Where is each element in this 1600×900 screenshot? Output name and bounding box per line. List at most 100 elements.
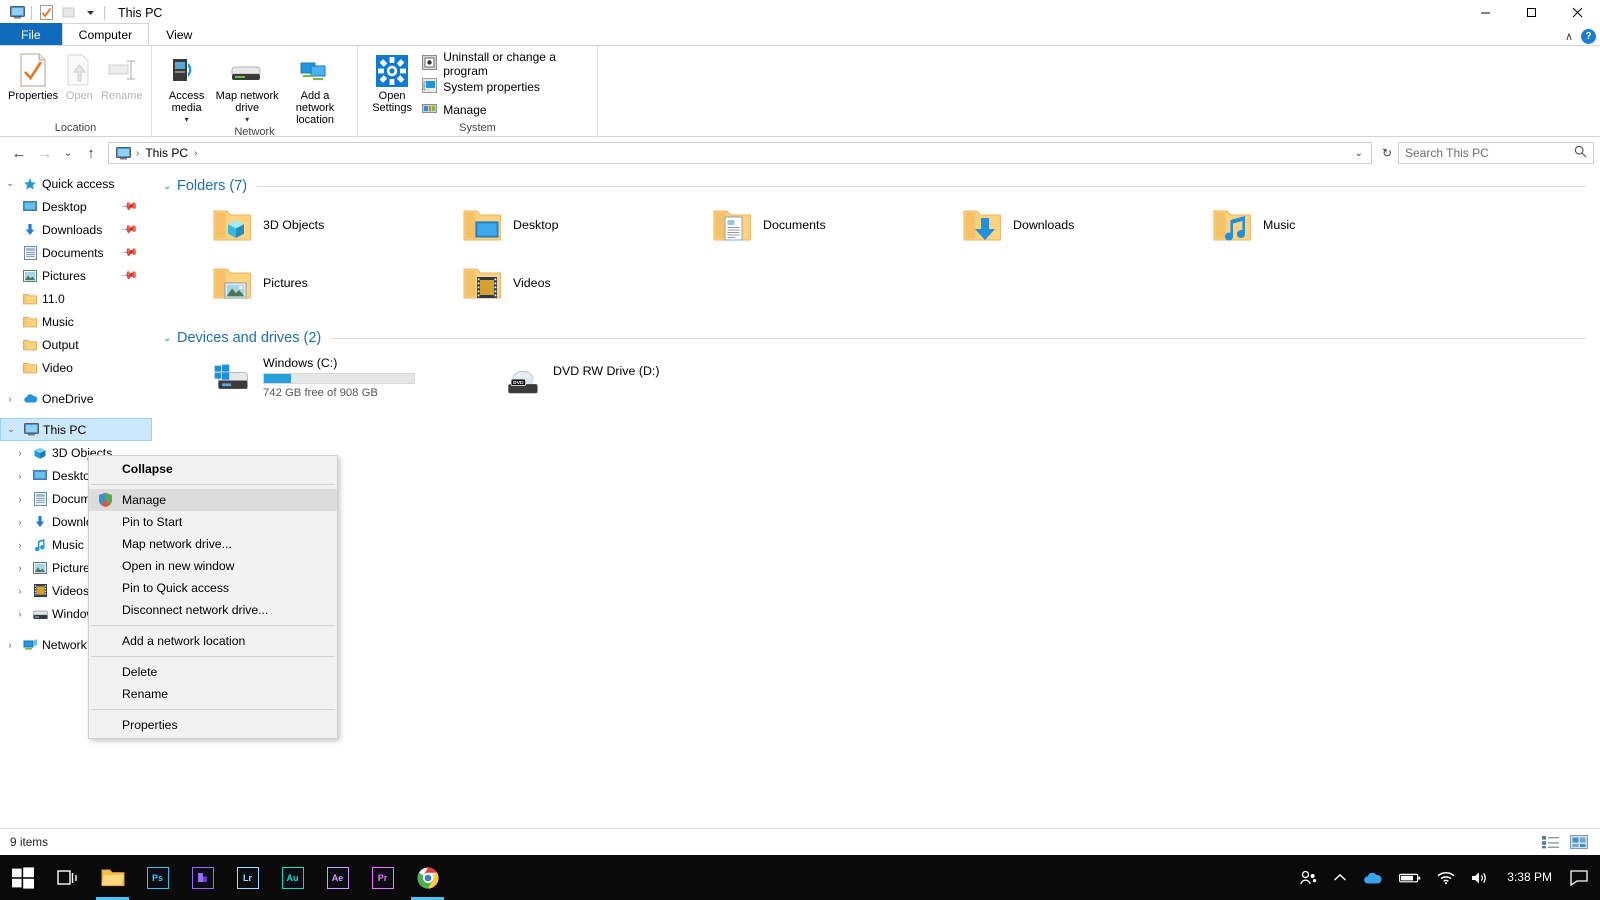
context-menu-item-pin-to-start[interactable]: Pin to Start [89, 511, 337, 533]
list-item[interactable]: Downloads [919, 196, 1169, 254]
ribbon-button-open-settings[interactable]: Open Settings [366, 50, 418, 114]
tab-computer[interactable]: Computer [62, 23, 150, 46]
sidebar-item-11-0[interactable]: 11.0 [0, 287, 155, 310]
chevron-down-icon[interactable]: ⌄ [1355, 148, 1367, 159]
ribbon-button-manage[interactable]: Manage [418, 100, 589, 120]
chevron-down-icon[interactable]: ▾ [245, 114, 249, 126]
context-menu[interactable]: Collapse Manage Pin to Start Map network… [88, 455, 338, 739]
list-item[interactable]: Music [1169, 196, 1419, 254]
context-menu-item-delete[interactable]: Delete [89, 661, 337, 683]
collapse-ribbon-button[interactable]: ∧ [1565, 30, 1573, 43]
file-list-pane[interactable]: ⌄ Folders (7) 3D Objects Desktop [155, 170, 1600, 828]
context-menu-item-open-in-new-window[interactable]: Open in new window [89, 555, 337, 577]
help-icon[interactable]: ? [1581, 29, 1596, 44]
show-hidden-icons-icon[interactable] [1325, 855, 1355, 900]
chevron-right-icon[interactable]: › [10, 471, 30, 481]
sidebar-item-this-pc[interactable]: ⌄ This PC [0, 418, 152, 441]
context-menu-item-rename[interactable]: Rename [89, 683, 337, 705]
pin-icon[interactable]: 📌 [121, 243, 140, 262]
list-item[interactable]: Desktop [419, 196, 669, 254]
context-menu-item-manage[interactable]: Manage [89, 489, 337, 511]
chevron-right-icon[interactable]: › [10, 448, 30, 458]
list-item[interactable]: Videos [419, 254, 669, 312]
customize-dropdown-icon[interactable] [79, 3, 101, 23]
chevron-down-icon[interactable]: ▾ [185, 114, 189, 126]
back-arrow-icon[interactable]: ← [6, 141, 32, 165]
sidebar-item-quick-access[interactable]: ⌄ Quick access [0, 172, 155, 195]
recent-locations-icon[interactable]: ⌄ [58, 141, 78, 165]
list-item[interactable]: Windows (C:) 742 GB free of 908 GB [169, 348, 459, 406]
windows-start-icon[interactable] [0, 855, 45, 900]
details-view-button[interactable] [1540, 833, 1562, 851]
onedrive-tray-icon[interactable] [1355, 855, 1391, 900]
sidebar-item-pictures[interactable]: Pictures 📌 [0, 264, 155, 287]
ribbon-button-access-media[interactable]: Access media ▾ [160, 50, 213, 126]
search-input[interactable]: Search This PC [1398, 142, 1594, 164]
context-menu-item-map-network-drive[interactable]: Map network drive... [89, 533, 337, 555]
refresh-icon[interactable]: ↻ [1376, 142, 1398, 164]
taskbar-clock[interactable]: 3:38 PM [1497, 855, 1562, 900]
up-arrow-icon[interactable]: ↑ [78, 141, 104, 165]
group-header-folders[interactable]: ⌄ Folders (7) [155, 178, 1600, 194]
address-input[interactable]: › This PC › ⌄ [108, 142, 1372, 164]
chevron-right-icon[interactable]: › [0, 640, 20, 650]
premiere-icon[interactable]: Pr [360, 855, 405, 900]
ribbon-button-uninstall-program[interactable]: Uninstall or change a program [418, 54, 589, 74]
properties-icon[interactable] [35, 3, 57, 23]
group-header-devices[interactable]: ⌄ Devices and drives (2) [155, 330, 1600, 346]
sidebar-item-output[interactable]: Output [0, 333, 155, 356]
chevron-down-icon[interactable]: ⌄ [1, 424, 21, 435]
chevron-down-icon[interactable]: ⌄ [163, 333, 177, 344]
ribbon-button-system-properties[interactable]: System properties [418, 77, 589, 97]
breadcrumb-this-pc[interactable]: This PC [141, 146, 192, 160]
search-icon[interactable] [1574, 145, 1587, 161]
ribbon-button-properties[interactable]: Properties [8, 50, 58, 102]
sidebar-item-video[interactable]: Video [0, 356, 155, 379]
chevron-right-icon[interactable]: › [10, 563, 30, 573]
chevron-right-icon[interactable]: › [10, 517, 30, 527]
file-explorer-icon[interactable] [90, 855, 135, 900]
sidebar-item-music[interactable]: Music [0, 310, 155, 333]
context-menu-item-properties[interactable]: Properties [89, 714, 337, 736]
chevron-right-icon[interactable]: › [10, 494, 30, 504]
list-item[interactable]: Documents [669, 196, 919, 254]
context-menu-item-collapse[interactable]: Collapse [89, 458, 337, 480]
photoshop-icon[interactable]: Ps [135, 855, 180, 900]
chevron-right-icon[interactable]: › [10, 609, 30, 619]
chevron-right-icon[interactable]: › [0, 394, 20, 404]
task-view-icon[interactable] [45, 855, 90, 900]
pin-icon[interactable]: 📌 [121, 220, 140, 239]
context-menu-item-disconnect-network-drive[interactable]: Disconnect network drive... [89, 599, 337, 621]
pin-icon[interactable]: 📌 [121, 197, 140, 216]
context-menu-item-pin-to-quick-access[interactable]: Pin to Quick access [89, 577, 337, 599]
chevron-right-icon[interactable]: › [10, 586, 30, 596]
list-item[interactable]: 3D Objects [169, 196, 419, 254]
lightroom-icon[interactable]: Lr [225, 855, 270, 900]
ribbon-button-add-network-location[interactable]: Add a network location [281, 50, 349, 126]
ribbon-button-open[interactable]: Open [58, 50, 100, 102]
this-pc-icon[interactable] [6, 3, 28, 23]
people-icon[interactable] [1291, 855, 1325, 900]
substance-icon[interactable] [180, 855, 225, 900]
chevron-right-icon[interactable]: › [10, 540, 30, 550]
battery-icon[interactable] [1391, 855, 1429, 900]
list-item[interactable]: Pictures [169, 254, 419, 312]
pin-icon[interactable]: 📌 [121, 266, 140, 285]
context-menu-item-add-network-location[interactable]: Add a network location [89, 630, 337, 652]
chrome-icon[interactable] [405, 855, 450, 900]
ribbon-button-map-network-drive[interactable]: Map network drive ▾ [213, 50, 281, 126]
sidebar-item-desktop[interactable]: Desktop 📌 [0, 195, 155, 218]
tab-file[interactable]: File [0, 23, 62, 46]
breadcrumb-separator-2[interactable]: › [194, 148, 197, 159]
tab-view[interactable]: View [149, 23, 209, 46]
volume-icon[interactable] [1463, 855, 1497, 900]
sidebar-item-documents[interactable]: Documents 📌 [0, 241, 155, 264]
forward-arrow-icon[interactable]: → [32, 141, 58, 165]
chevron-down-icon[interactable]: ⌄ [163, 181, 177, 192]
list-item[interactable]: DVD DVD RW Drive (D:) [459, 348, 749, 406]
aftereffects-icon[interactable]: Ae [315, 855, 360, 900]
wifi-icon[interactable] [1429, 855, 1463, 900]
breadcrumb-separator[interactable]: › [136, 148, 139, 159]
new-folder-icon[interactable] [57, 3, 79, 23]
large-icons-view-button[interactable] [1568, 833, 1590, 851]
